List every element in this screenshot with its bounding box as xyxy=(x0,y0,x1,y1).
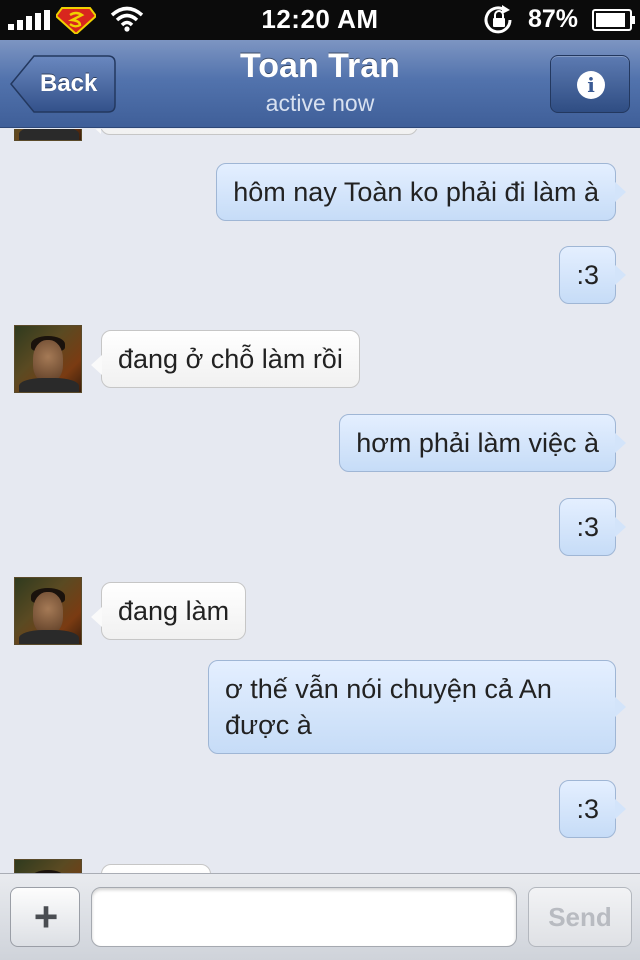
message-thread[interactable]: hôm nay Toàn ko phải đi làm à :3 đang ở … xyxy=(0,129,640,873)
rotation-lock-icon xyxy=(484,5,512,34)
send-button[interactable]: Send xyxy=(528,887,632,947)
message-input[interactable] xyxy=(91,887,517,947)
contact-avatar[interactable] xyxy=(14,859,82,873)
info-button[interactable]: i xyxy=(550,55,630,113)
message-bubble-outgoing: hôm nay Toàn ko phải đi làm à xyxy=(216,163,626,221)
info-icon: i xyxy=(577,71,605,99)
plus-icon: + xyxy=(33,893,59,940)
message-bubble-outgoing: :3 xyxy=(559,246,626,304)
battery-percentage: 87% xyxy=(528,5,579,33)
contact-name: Toan Tran xyxy=(240,47,400,85)
message-bubble-incoming-partial xyxy=(101,864,211,873)
message-bubble-outgoing: :3 xyxy=(559,780,626,838)
contact-avatar[interactable] xyxy=(14,325,82,393)
message-bubble-outgoing: ơ thế vẫn nói chuyện cả An được à xyxy=(208,660,626,754)
message-bubble-outgoing: hơm phải làm việc à xyxy=(339,414,626,472)
contact-avatar[interactable] xyxy=(14,129,82,141)
message-bubble-outgoing: :3 xyxy=(559,498,626,556)
contact-avatar[interactable] xyxy=(14,577,82,645)
composer-bar: + Send xyxy=(0,873,640,960)
message-bubble-incoming: đang ở chỗ làm rồi xyxy=(91,330,360,388)
back-label: Back xyxy=(40,70,98,97)
navigation-bar: Back Toan Tran active now i xyxy=(0,40,640,128)
message-bubble-incoming: đang làm xyxy=(90,582,247,640)
presence-status: active now xyxy=(265,90,375,116)
message-bubble-incoming-partial xyxy=(90,129,418,135)
attach-button[interactable]: + xyxy=(10,887,80,947)
battery-icon xyxy=(592,9,635,31)
back-button[interactable]: Back xyxy=(10,55,116,113)
status-bar: 12:20 AM 87% xyxy=(0,0,640,40)
